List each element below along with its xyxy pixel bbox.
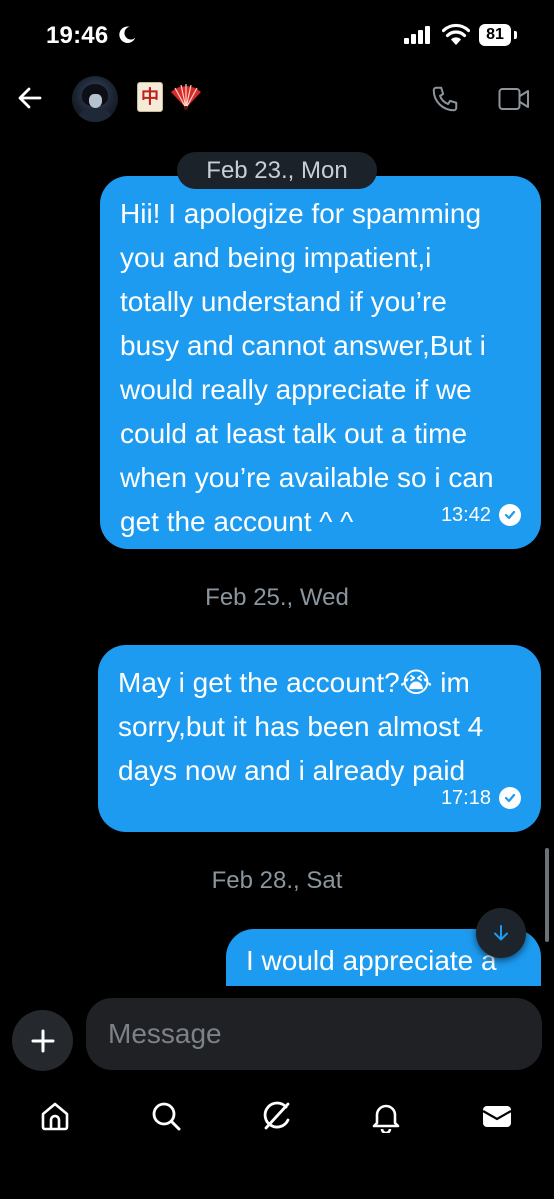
fan-icon — [171, 84, 201, 110]
add-attachment-button[interactable] — [12, 1010, 73, 1071]
date-separator: Feb 25., Wed — [205, 584, 349, 611]
message-input[interactable] — [86, 998, 542, 1070]
messages-icon — [482, 1106, 512, 1127]
tab-notifications[interactable] — [366, 1096, 406, 1136]
status-time: 19:46 — [46, 22, 109, 49]
message-bubble[interactable]: May i get the account?😭 im sorry,but it … — [98, 645, 541, 832]
message-meta: 13:42 — [441, 493, 521, 537]
battery-indicator: 81 — [479, 24, 511, 46]
phone-icon[interactable] — [430, 84, 460, 114]
tab-home[interactable] — [35, 1096, 75, 1136]
notifications-icon — [372, 1104, 400, 1133]
battery-nub — [514, 31, 517, 39]
avatar[interactable] — [72, 76, 118, 122]
read-check-icon — [499, 504, 521, 526]
wifi-icon — [442, 23, 470, 45]
plus-icon — [31, 1029, 54, 1052]
home-icon — [41, 1102, 69, 1131]
tab-messages[interactable] — [477, 1096, 517, 1136]
conversation-header: 中 — [0, 70, 554, 130]
arrow-down-icon — [494, 925, 508, 941]
scroll-to-bottom-button[interactable] — [476, 908, 526, 958]
read-check-icon — [499, 787, 521, 809]
date-separator: Feb 28., Sat — [211, 867, 343, 894]
back-arrow-icon[interactable] — [16, 84, 44, 112]
grok-icon — [263, 1101, 290, 1130]
bottom-tab-bar — [0, 1084, 554, 1148]
message-bubble[interactable]: Hii! I apologize for spamming you and be… — [100, 176, 541, 549]
mahjong-tile-icon: 中 — [137, 82, 163, 112]
home-indicator-area — [0, 1150, 554, 1199]
tab-search[interactable] — [146, 1096, 186, 1136]
contact-name[interactable]: 中 — [137, 82, 203, 112]
search-icon — [152, 1102, 181, 1131]
scrollbar[interactable] — [545, 848, 549, 942]
message-meta: 17:18 — [441, 776, 521, 820]
signal-icon — [404, 26, 430, 44]
tab-grok[interactable] — [256, 1096, 296, 1136]
moon-icon — [119, 26, 136, 43]
message-time: 17:18 — [440, 787, 491, 809]
message-time: 13:42 — [440, 504, 491, 526]
date-separator: Feb 23., Mon — [177, 152, 377, 189]
composer — [0, 988, 554, 1080]
video-call-icon[interactable] — [498, 86, 530, 112]
status-bar: 19:46 81 — [0, 0, 554, 70]
message-list[interactable]: Feb 23., Mon Hii! I apologize for spammi… — [0, 140, 554, 986]
message-text: May i get the account?😭 im sorry,but it … — [118, 667, 484, 786]
message-text: Hii! I apologize for spamming you and be… — [120, 198, 494, 537]
